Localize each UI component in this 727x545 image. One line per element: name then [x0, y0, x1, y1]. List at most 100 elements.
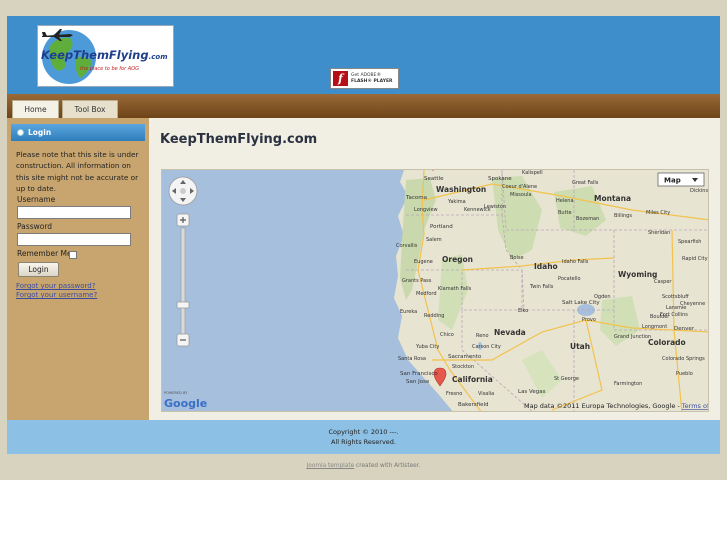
map-label-california: California	[452, 375, 493, 384]
map-label-carson-city: Carson City	[472, 344, 501, 350]
map-label-longview: Longview	[414, 207, 438, 213]
map-label-provo: Provo	[582, 317, 596, 323]
map-label-reno: Reno	[476, 333, 489, 339]
page-title: KeepThemFlying.com	[160, 132, 318, 147]
map-label-idaho-falls: Idaho Falls	[562, 259, 589, 265]
flash-badge-line1: Get ADOBE®	[351, 73, 381, 78]
map-label-laramie: Laramie	[666, 305, 686, 311]
map-label-sheridan: Sheridan	[648, 230, 670, 236]
map-label-coeur-dalene: Coeur d'Alene	[502, 184, 537, 190]
google-map[interactable]: Washington Montana Oregon Idaho Wyoming …	[161, 169, 709, 412]
login-button[interactable]: Login	[18, 262, 59, 277]
main-nav: Home Tool Box	[7, 94, 720, 118]
map-label-kalispell: Kalispell	[522, 170, 543, 176]
map-type-label: Map	[664, 177, 681, 185]
map-label-pueblo: Pueblo	[676, 371, 693, 377]
google-text: Google	[164, 397, 207, 410]
map-label-tacoma: Tacoma	[405, 195, 427, 201]
map-label-twin-falls: Twin Falls	[529, 284, 554, 290]
map-label-san-jose: San Jose	[406, 379, 430, 385]
page-container: KeepThemFlying.com the place to be for A…	[7, 16, 720, 454]
tab-tool-box[interactable]: Tool Box	[62, 100, 118, 118]
map-label-farmington: Farmington	[614, 381, 642, 387]
remember-me-label: Remember Me	[17, 249, 72, 258]
map-label-rapid-city: Rapid City	[682, 256, 708, 262]
map-label-denver: Denver	[674, 326, 695, 332]
map-label-elko: Elko	[518, 308, 528, 314]
map-label-helena: Helena	[556, 198, 574, 204]
map-label-redding: Redding	[424, 313, 444, 319]
rights-text: All Rights Reserved.	[330, 438, 396, 446]
map-label-spearfish: Spearfish	[678, 239, 701, 245]
username-input[interactable]	[17, 206, 131, 219]
map-label-spokane: Spokane	[488, 176, 512, 182]
map-label-eugene: Eugene	[414, 259, 433, 265]
map-label-grants-pass: Grants Pass	[402, 278, 432, 284]
map-label-miles-city: Miles City	[646, 210, 670, 216]
forgot-password-link[interactable]: Forgot your password?	[16, 282, 95, 290]
map-label-casper: Casper	[654, 279, 672, 285]
logo-tagline: the place to be for AOG	[80, 66, 139, 72]
map-label-colorado: Colorado	[648, 338, 686, 347]
site-header: KeepThemFlying.com the place to be for A…	[7, 16, 720, 94]
map-label-salt-lake-city: Salt Lake City	[562, 300, 600, 306]
copyright-text: Copyright © 2010 ---.	[328, 428, 399, 436]
map-label-nevada: Nevada	[494, 328, 526, 337]
bullet-icon	[17, 129, 24, 136]
map-label-montana: Montana	[594, 194, 631, 203]
airplane-icon	[42, 29, 73, 41]
map-label-klamath-falls: Klamath Falls	[438, 286, 472, 292]
map-label-sacramento: Sacramento	[448, 354, 482, 360]
map-label-corvallis: Corvallis	[396, 243, 418, 249]
construction-notice: Please note that this site is under cons…	[16, 150, 139, 194]
login-title: Login	[28, 128, 52, 137]
map-type-button: Map	[657, 172, 705, 187]
get-flash-player-badge[interactable]: f Get ADOBE® FLASH® PLAYER	[330, 68, 399, 89]
sidebar: Login Please note that this site is unde…	[7, 118, 149, 420]
map-label-seattle: Seattle	[424, 176, 444, 182]
map-attribution: Map data ©2011 Europa Technologies, Goog…	[524, 402, 682, 410]
map-label-great-falls: Great Falls	[572, 180, 599, 186]
map-label-fresno: Fresno	[446, 391, 462, 397]
logo-text: KeepThemFlying.com	[41, 48, 168, 62]
site-footer: Copyright © 2010 ---. All Rights Reserve…	[7, 420, 720, 454]
map-label-st-george: St George	[554, 376, 579, 382]
map-label-wyoming: Wyoming	[618, 270, 657, 279]
password-label: Password	[17, 222, 53, 231]
terms-of-use-link: Terms of Use	[681, 402, 709, 410]
map-label-missoula: Missoula	[510, 192, 532, 198]
powered-by-text: POWERED BY	[164, 391, 188, 395]
login-module-header: Login	[11, 124, 145, 141]
flash-icon: f	[333, 71, 348, 86]
map-label-billings: Billings	[614, 213, 632, 219]
site-logo[interactable]: KeepThemFlying.com the place to be for A…	[37, 25, 174, 87]
map-label-fort-collins: Fort Collins	[660, 312, 688, 318]
tab-home[interactable]: Home	[12, 100, 59, 118]
map-label-chico: Chico	[440, 332, 454, 338]
username-label: Username	[17, 195, 56, 204]
password-input[interactable]	[17, 233, 131, 246]
credit-rest: created with Artisteer.	[354, 463, 421, 469]
remember-me-checkbox[interactable]	[69, 251, 77, 259]
map-label-yakima: Yakima	[447, 199, 466, 205]
map-label-lewiston: Lewiston	[484, 204, 506, 210]
map-label-stockton: Stockton	[452, 364, 474, 370]
map-label-bakersfield: Bakersfield	[458, 402, 489, 408]
main-content: KeepThemFlying.com Washington Montana Or…	[149, 118, 720, 420]
map-label-yuba-city: Yuba City	[415, 344, 439, 350]
map-pan-control	[168, 176, 198, 206]
map-label-dickinson: Dickins	[690, 188, 708, 194]
map-label-idaho: Idaho	[534, 262, 558, 271]
map-label-boise: Boise	[510, 255, 524, 261]
forgot-username-link[interactable]: Forgot your username?	[16, 291, 97, 299]
joomla-template-link[interactable]: Joomla template	[307, 463, 355, 469]
map-label-scottsbluff: Scottsbluff	[662, 294, 689, 300]
map-label-longmont: Longmont	[642, 324, 667, 330]
map-label-salem: Salem	[426, 237, 442, 243]
map-label-visalia: Visalia	[478, 391, 494, 397]
flash-badge-line2: FLASH® PLAYER	[351, 79, 393, 84]
map-label-pocatello: Pocatello	[558, 276, 581, 282]
svg-text:Map data ©2011 Europa Technolo: Map data ©2011 Europa Technologies, Goog…	[524, 402, 709, 410]
template-credit: Joomla template created with Artisteer.	[0, 463, 727, 469]
map-label-oregon: Oregon	[442, 255, 473, 264]
